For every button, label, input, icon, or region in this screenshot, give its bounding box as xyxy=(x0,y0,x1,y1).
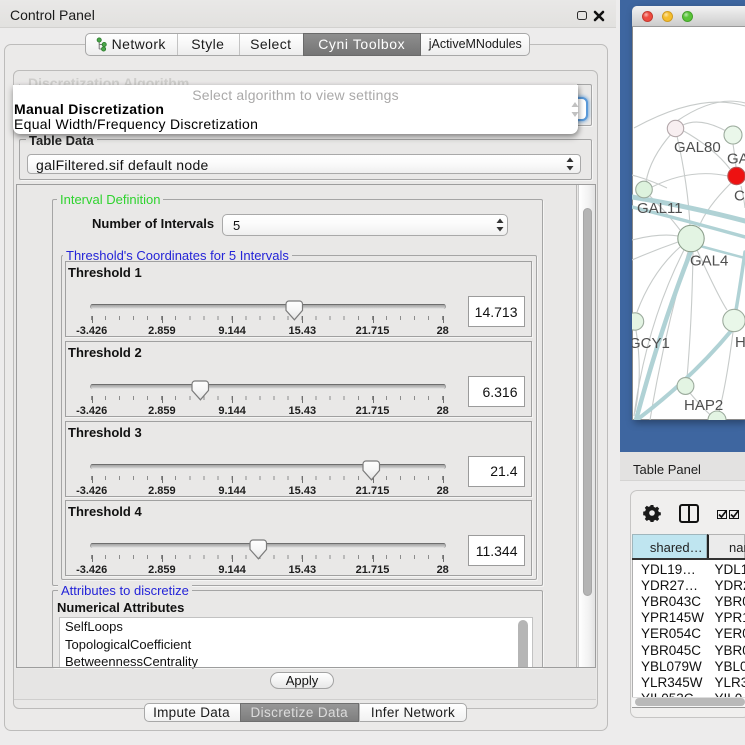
svg-text:H: H xyxy=(735,334,745,351)
svg-text:C: C xyxy=(734,188,745,205)
svg-text:HAP2: HAP2 xyxy=(684,397,723,414)
svg-text:GAL80: GAL80 xyxy=(674,139,721,156)
svg-text:GAL11: GAL11 xyxy=(637,200,683,217)
svg-text:GA: GA xyxy=(727,151,745,168)
svg-text:GCY1: GCY1 xyxy=(632,335,670,352)
svg-text:GAL4: GAL4 xyxy=(690,253,728,270)
